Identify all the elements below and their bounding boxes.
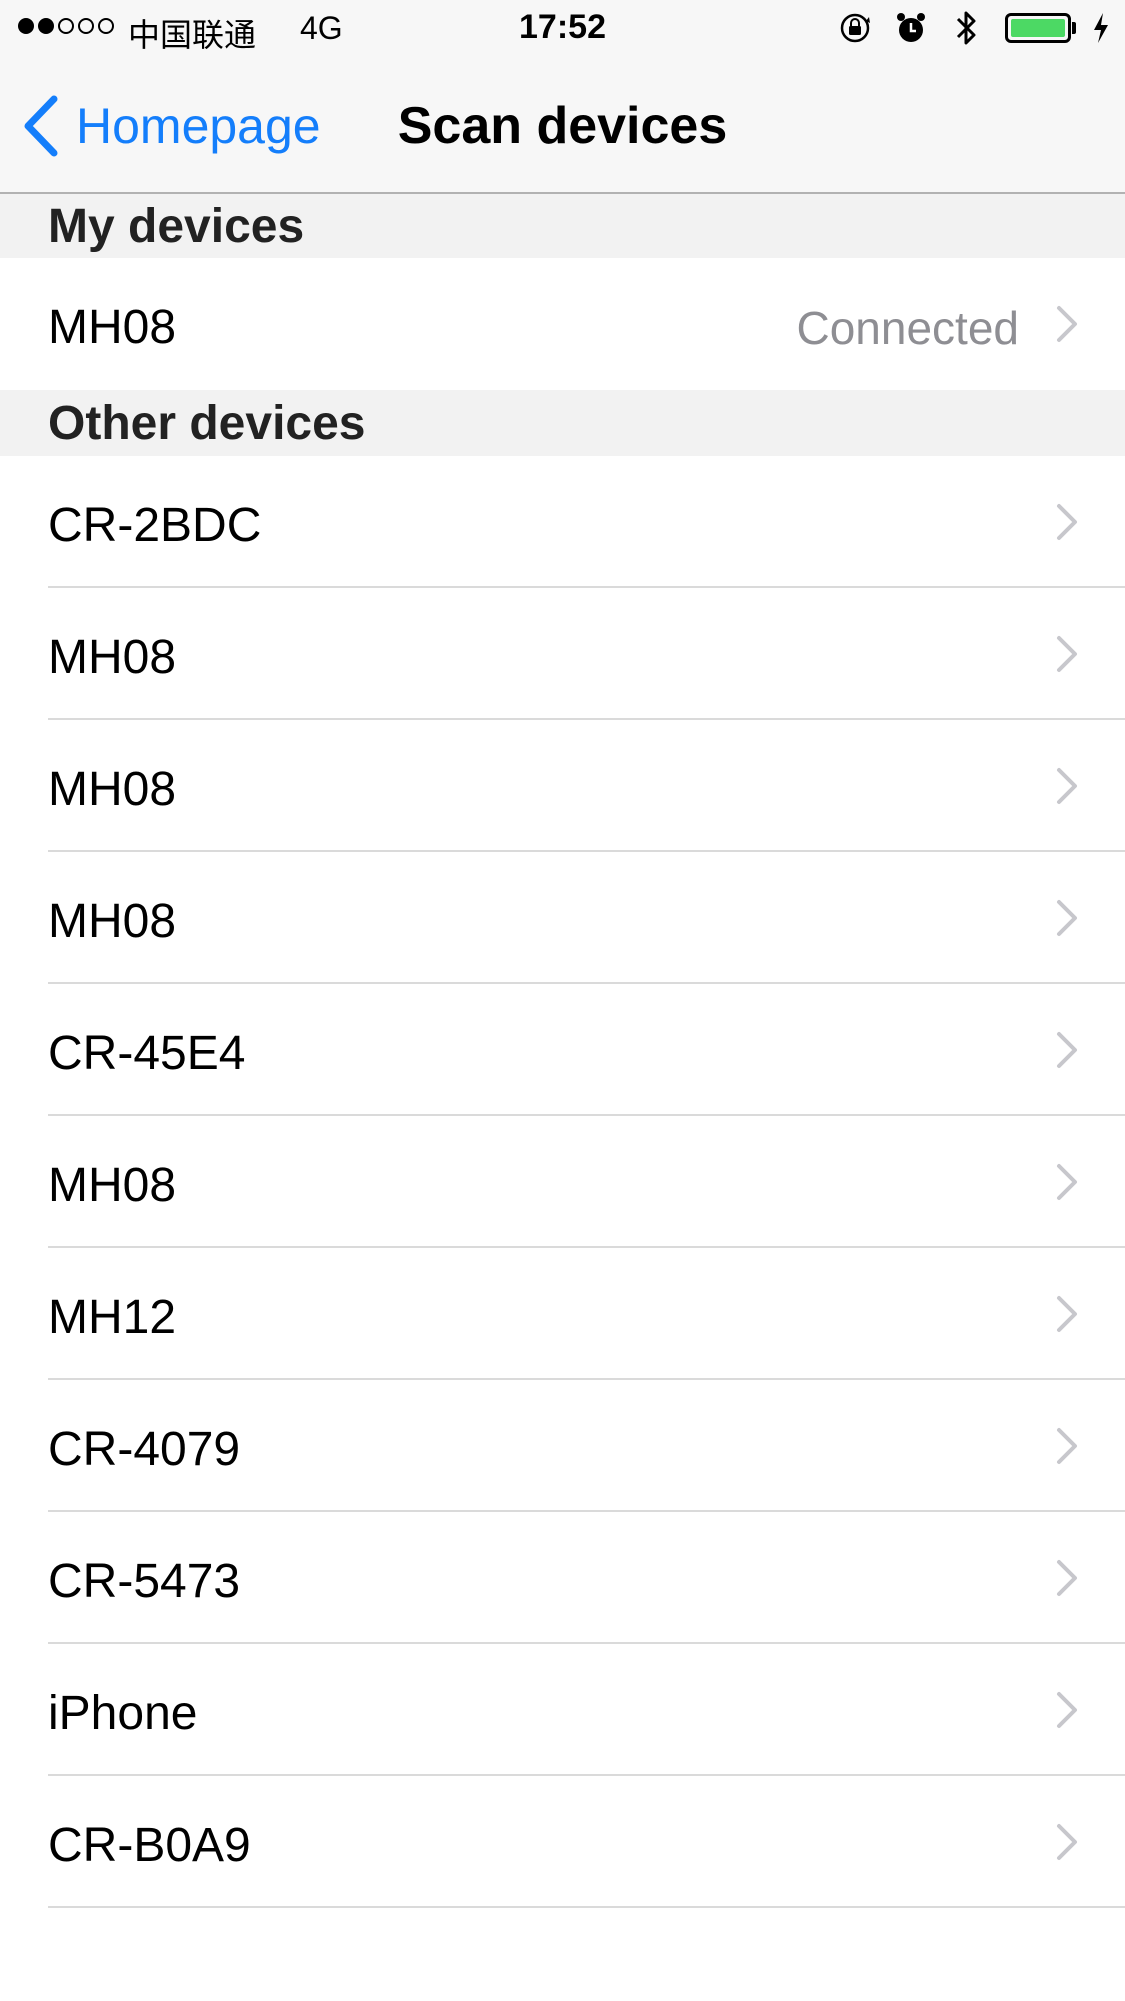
device-name: MH08 [48,895,177,948]
device-row[interactable]: CR-2BDC [0,456,1125,588]
connection-status: Connected [796,302,1020,354]
section-header-other-devices: Other devices [0,390,1125,456]
charging-icon [1091,10,1111,46]
section-header-my-devices: My devices [0,194,1125,258]
top-bar: 中国联通 4G 17:52 Homepage Scan devices [0,0,1125,194]
status-icons [837,10,1111,46]
device-name: MH12 [48,1291,177,1344]
device-name: iPhone [48,1687,198,1740]
device-name: MH08 [48,1159,177,1212]
device-name: CR-4079 [48,1423,241,1476]
section-title: Other devices [48,397,366,450]
chevron-right-icon [1057,1032,1077,1068]
section-title: My devices [48,200,305,253]
chevron-right-icon [1057,1164,1077,1200]
chevron-right-icon [1057,900,1077,936]
rotation-lock-icon [837,10,873,46]
status-bar: 中国联通 4G 17:52 [0,0,1125,60]
chevron-right-icon [1057,306,1077,342]
device-row[interactable]: CR-4079 [0,1380,1125,1512]
device-row[interactable]: MH12 [0,1248,1125,1380]
device-row[interactable]: CR-5473 [0,1512,1125,1644]
battery-icon [1005,13,1076,43]
device-row[interactable]: CR-45E4 [0,984,1125,1116]
battery-level [1011,19,1065,37]
device-name: CR-B0A9 [48,1819,251,1872]
chevron-right-icon [1057,1296,1077,1332]
chevron-right-icon [1057,636,1077,672]
chevron-right-icon [1057,768,1077,804]
device-name: MH08 [48,631,177,684]
battery-tip [1072,22,1076,34]
device-row[interactable]: MH08 [0,852,1125,984]
device-row[interactable]: iPhone [0,1644,1125,1776]
alarm-icon [893,10,929,46]
device-name: MH08 [48,301,177,354]
device-name: CR-2BDC [48,499,262,552]
chevron-right-icon [1057,1428,1077,1464]
row-separator [48,1906,1125,1908]
device-row[interactable]: MH08 [0,1116,1125,1248]
device-row[interactable]: CR-B0A9 [0,1776,1125,1908]
device-row[interactable]: MH08 [0,720,1125,852]
device-name: CR-5473 [48,1555,241,1608]
chevron-right-icon [1057,1824,1077,1860]
device-name: MH08 [48,763,177,816]
chevron-right-icon [1057,1560,1077,1596]
bluetooth-icon [949,10,985,46]
device-name: CR-45E4 [48,1027,246,1080]
chevron-right-icon [1057,1692,1077,1728]
device-row[interactable]: MH08 [0,588,1125,720]
my-device-row[interactable]: MH08 Connected [0,258,1125,390]
chevron-right-icon [1057,504,1077,540]
page-title: Scan devices [397,97,728,155]
navigation-bar: Homepage Scan devices [0,60,1125,192]
